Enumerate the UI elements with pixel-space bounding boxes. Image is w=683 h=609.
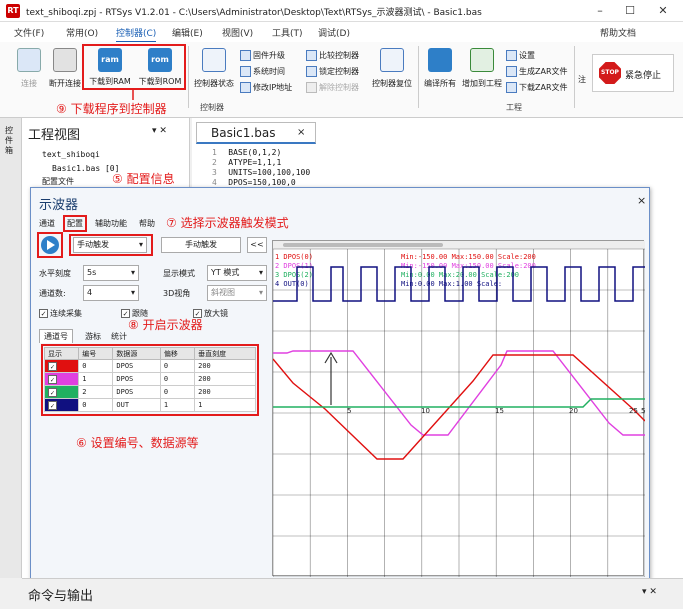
cell-offset[interactable]: 0 <box>159 372 196 386</box>
osc-menu-channel[interactable]: 通道 <box>39 218 55 229</box>
checkmark-icon[interactable]: ✓ <box>48 400 57 410</box>
cell-num[interactable]: 0 <box>78 359 114 373</box>
checkmark-icon: ✓ <box>39 309 48 318</box>
annotation-start: ⑧ 开启示波器 <box>128 318 203 332</box>
legend-info: Min:0.00 Max:20.00 Scale:200 <box>401 271 519 279</box>
cell-source[interactable]: DPOS <box>112 372 161 386</box>
trigger-mode-select[interactable]: 手动触发 ▾ <box>73 237 147 253</box>
tab-cursor[interactable]: 游标 <box>81 330 105 343</box>
table-row[interactable]: ✓ 0 OUT 1 1 <box>43 398 256 412</box>
col-vscale: 垂直刻度 <box>194 347 256 360</box>
horizontal-scale-label: 水平刻度 <box>39 269 71 278</box>
oscilloscope-plot[interactable]: 1 DPOS(0) Min:-150.00 Max:150.00 Scale:20… <box>272 240 646 578</box>
legend-name: 4 OUT(0) <box>275 280 309 288</box>
osc-menu-aux[interactable]: 辅助功能 <box>95 218 127 229</box>
collapse-panel-button[interactable]: << <box>247 237 267 253</box>
cell-num[interactable]: 1 <box>78 372 114 386</box>
x-tick-label: 20 <box>569 407 578 415</box>
toolbox-label[interactable]: 控件箱 <box>5 126 17 156</box>
cell-offset[interactable]: 0 <box>159 385 196 399</box>
display-mode-label: 显示模式 <box>163 269 195 278</box>
legend-info: Min:0.00 Max:1.00 Scale: <box>401 280 502 288</box>
toolbox-strip: 控件箱 <box>0 118 22 578</box>
osc-menu-config[interactable]: 配置 <box>63 215 87 232</box>
cell-scale[interactable]: 200 <box>194 372 256 386</box>
display-mode-select[interactable]: YT 模式 ▾ <box>207 265 267 281</box>
col-number: 编号 <box>78 347 114 360</box>
tree-config[interactable]: 配置文件 <box>42 176 74 187</box>
pin-icon[interactable]: ▾ ✕ <box>642 587 657 597</box>
channel-color-cell[interactable]: ✓ <box>43 385 80 399</box>
table-row[interactable]: ✓ 1 DPOS 0 200 <box>43 372 256 386</box>
dialog-close-button[interactable]: × <box>637 194 646 207</box>
close-tab-icon[interactable]: × <box>297 127 305 138</box>
cell-scale[interactable]: 1 <box>194 398 256 412</box>
table-row[interactable]: ✓ 0 DPOS 0 200 <box>43 359 256 373</box>
channel-count-label: 通道数: <box>39 289 66 298</box>
checkmark-icon[interactable]: ✓ <box>48 387 57 397</box>
project-view-title: 工程视图 <box>28 128 81 143</box>
tree-file[interactable]: Basic1.bas [0] <box>52 164 119 173</box>
checkmark-icon[interactable]: ✓ <box>48 361 57 371</box>
osc-menu-help[interactable]: 帮助 <box>139 218 155 229</box>
code-line: 2 ATYPE=1,1,1 <box>212 158 282 167</box>
legend-info: Min:-150.00 Max:150.00 Scale:200 <box>401 262 536 270</box>
cell-num[interactable]: 2 <box>78 385 114 399</box>
cell-offset[interactable]: 1 <box>159 398 196 412</box>
x-tick-label: 5 <box>641 407 645 415</box>
tree-root[interactable]: text_shiboqi <box>42 150 100 159</box>
channel-count-select[interactable]: 4 ▾ <box>83 285 139 301</box>
legend-info: Min:-150.00 Max:150.00 Scale:200 <box>401 253 536 261</box>
output-panel-title: 命令与输出 <box>28 589 94 604</box>
col-offset: 偏移 <box>159 347 196 360</box>
cell-offset[interactable]: 0 <box>159 359 196 373</box>
output-panel: 命令与输出 ▾ ✕ <box>22 578 683 609</box>
annotation-trigger: ⑦ 选择示波器触发模式 <box>166 216 289 230</box>
channel-table: 显示 编号 数据源 偏移 垂直刻度 ✓ 0 DPOS 0 200 ✓ 1 DPOS 0 200 ✓ 2… <box>43 347 256 412</box>
start-oscilloscope-button[interactable] <box>41 236 59 254</box>
channel-color-cell[interactable]: ✓ <box>43 359 80 373</box>
channel-color-cell[interactable]: ✓ <box>43 372 80 386</box>
col-source: 数据源 <box>112 347 161 360</box>
annotation-config: ⑤ 配置信息 <box>112 172 175 186</box>
cell-scale[interactable]: 200 <box>194 385 256 399</box>
x-tick-label: 5 <box>347 407 351 415</box>
cell-scale[interactable]: 200 <box>194 359 256 373</box>
view-3d-label: 3D视角 <box>163 289 191 298</box>
horizontal-scale-select[interactable]: 5s ▾ <box>83 265 139 281</box>
pin-icon[interactable]: ▾ ✕ <box>152 126 167 136</box>
editor-tab[interactable]: Basic1.bas × <box>196 122 316 144</box>
x-tick-label: 15 <box>495 407 504 415</box>
scope-scroll-thumb <box>283 243 443 247</box>
annotation-table: ⑥ 设置编号、数据源等 <box>76 436 199 450</box>
legend-name: 1 DPOS(0) <box>275 253 313 261</box>
oscilloscope-title: 示波器 <box>39 198 79 213</box>
legend-name: 3 DPOS(2) <box>275 271 313 279</box>
table-row[interactable]: ✓ 2 DPOS 0 200 <box>43 385 256 399</box>
legend-name: 2 DPOS(1) <box>275 262 313 270</box>
cell-source[interactable]: OUT <box>112 398 161 412</box>
cell-source[interactable]: DPOS <box>112 385 161 399</box>
x-tick-label: 10 <box>421 407 430 415</box>
waveform-canvas[interactable]: 1 DPOS(0) Min:-150.00 Max:150.00 Scale:20… <box>272 241 646 578</box>
code-line: 3 UNITS=100,100,100 <box>212 168 311 177</box>
code-line: 1 BASE(0,1,2) <box>212 148 282 157</box>
col-display: 显示 <box>43 347 80 360</box>
continuous-checkbox[interactable]: ✓ 连续采集 <box>39 308 82 319</box>
editor-tab-label: Basic1.bas <box>211 126 276 140</box>
view-3d-select[interactable]: 斜视图 ▾ <box>207 285 267 301</box>
code-editor[interactable]: 1 BASE(0,1,2) 2 ATYPE=1,1,1 3 UNITS=100,… <box>212 148 310 188</box>
cell-source[interactable]: DPOS <box>112 359 161 373</box>
play-icon <box>47 240 55 250</box>
tab-channel-number[interactable]: 通道号 <box>39 329 73 343</box>
x-tick-label: 25 <box>629 407 638 415</box>
cell-num[interactable]: 0 <box>78 398 114 412</box>
manual-trigger-button[interactable]: 手动触发 <box>161 237 241 253</box>
oscilloscope-dialog: 示波器 × 通道 配置 辅助功能 帮助 手动触发 ▾ 手动触发 << 水平刻度 5… <box>30 187 650 580</box>
checkmark-icon[interactable]: ✓ <box>48 374 57 384</box>
channel-color-cell[interactable]: ✓ <box>43 398 80 412</box>
